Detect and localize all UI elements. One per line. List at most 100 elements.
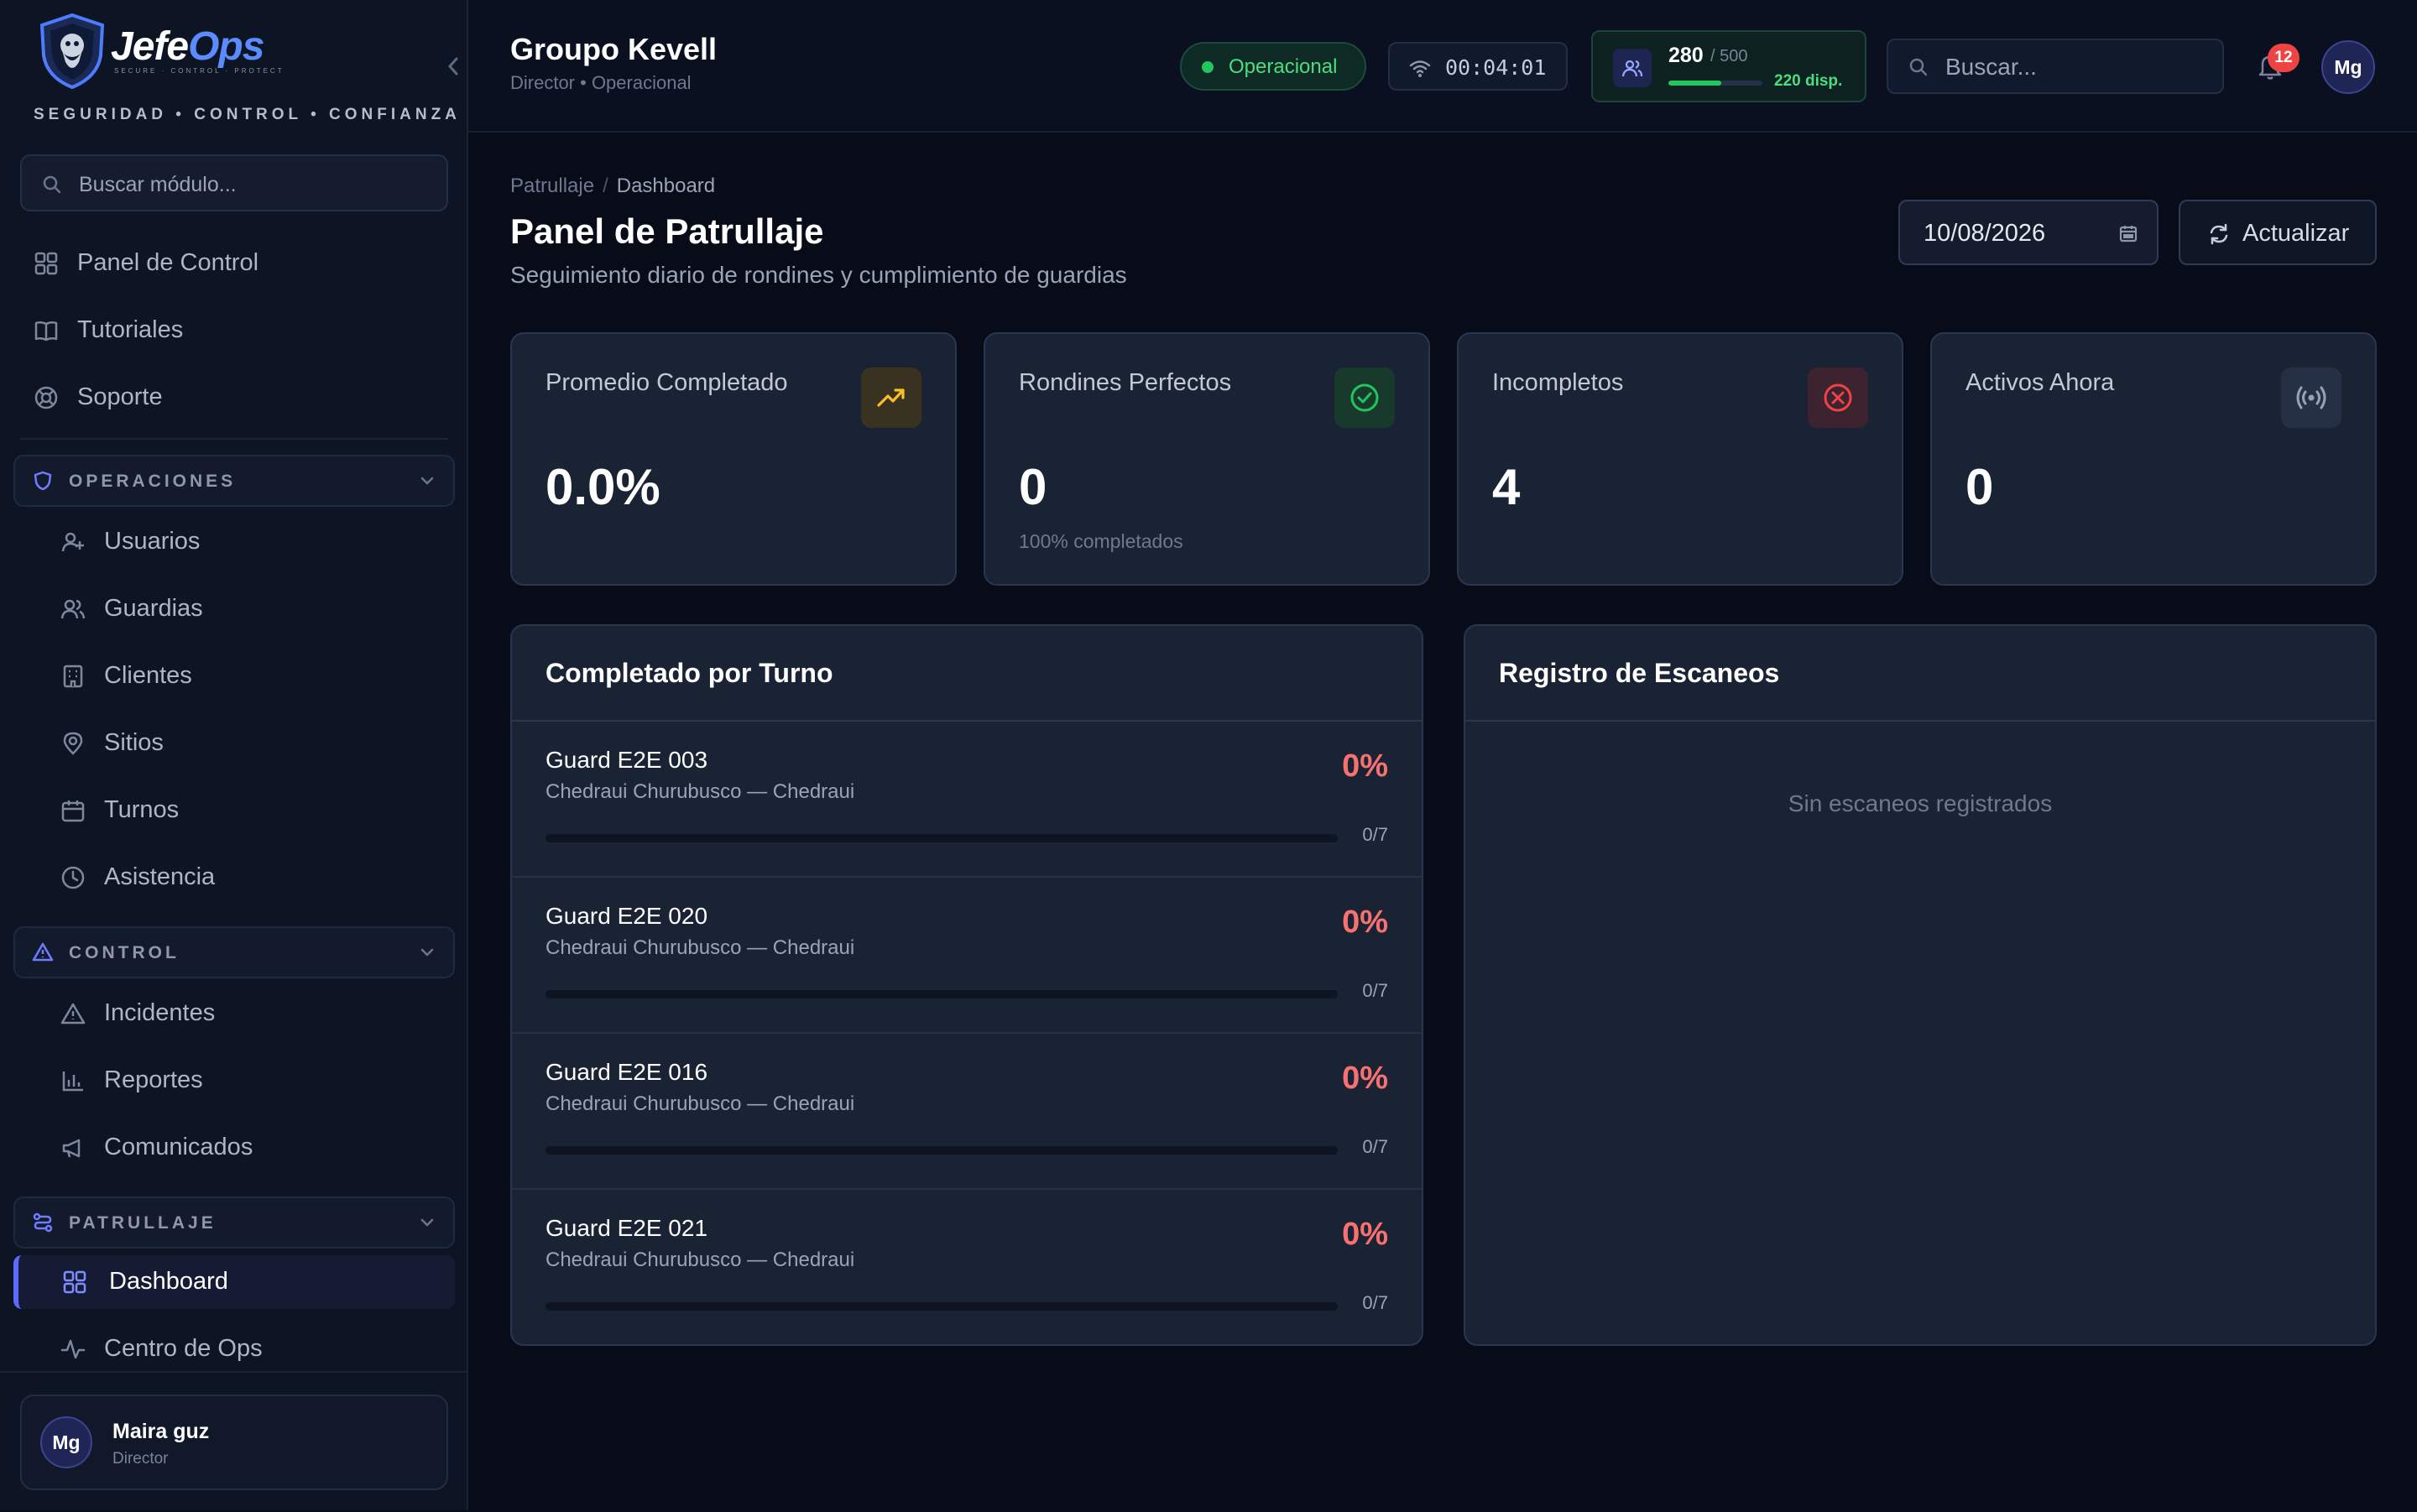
sidebar-item-tutoriales[interactable]: Tutoriales	[0, 304, 468, 357]
kpi-label: Rondines Perfectos	[1019, 369, 1232, 396]
map-pin-icon	[63, 732, 83, 755]
user-name: Maira guz	[112, 1420, 210, 1443]
guard-name: Guard E2E 021	[546, 1215, 708, 1241]
chevron-down-icon	[420, 1218, 434, 1227]
page-title: Panel de Patrullaje	[510, 211, 824, 251]
breadcrumb-item-patrullaje[interactable]: Patrullaje	[510, 175, 594, 197]
sidebar-item-asistencia[interactable]: Asistencia	[0, 851, 468, 905]
sidebar-item-clientes[interactable]: Clientes	[0, 649, 468, 703]
broadcast-icon	[2296, 386, 2326, 409]
kpi-label: Activos Ahora	[1965, 369, 2115, 396]
calendar-icon[interactable]	[2118, 223, 2138, 243]
guard-row[interactable]: Guard E2E 020 Chedraui Churubusco — Ched…	[512, 878, 1422, 1034]
guard-progress-bar	[546, 834, 1338, 842]
search-icon	[1909, 58, 1928, 76]
organization-name: Groupo Kevell	[510, 32, 718, 66]
avatar[interactable]: Mg	[2321, 40, 2375, 94]
guard-row[interactable]: Guard E2E 016 Chedraui Churubusco — Ched…	[512, 1034, 1422, 1190]
guard-rounds-count: 0/7	[1362, 980, 1388, 1001]
guard-percent: 0%	[1342, 905, 1388, 940]
sidebar-item-reportes[interactable]: Reportes	[0, 1054, 468, 1108]
date-value: 10/08/2026	[1924, 220, 2046, 247]
user-profile-card[interactable]: Mg Maira guz Director	[20, 1395, 448, 1490]
kpi-value: 0	[1019, 459, 1047, 515]
chevron-down-icon	[420, 948, 434, 957]
capacity-progress-fill	[1668, 81, 1721, 86]
date-picker-input[interactable]: 10/08/2026	[1898, 200, 2159, 265]
global-search-input[interactable]: Buscar...	[1887, 39, 2224, 94]
status-text: Operacional	[1229, 55, 1338, 78]
guard-progress-bar	[546, 1146, 1338, 1155]
activity-icon	[60, 1339, 86, 1359]
sidebar-item-panel-de-control[interactable]: Panel de Control	[0, 237, 468, 290]
check-circle-icon	[1350, 383, 1379, 412]
kpi-icon-box	[861, 368, 921, 428]
kpi-label: Incompletos	[1492, 369, 1624, 396]
clock-icon	[61, 866, 85, 889]
guard-rounds-count: 0/7	[1362, 1136, 1388, 1157]
route-icon	[33, 1212, 53, 1233]
brand-tagline: SEGURIDAD • CONTROL • CONFIANZA	[34, 106, 461, 123]
shield-icon	[34, 471, 52, 491]
guard-rounds-count: 0/7	[1362, 1292, 1388, 1313]
kpi-icon-box	[1808, 368, 1868, 428]
dashboard-icon	[34, 252, 58, 275]
sidebar-item-label: Panel de Control	[77, 249, 259, 276]
top-header: Groupo Kevell Director • Operacional Ope…	[468, 0, 2417, 133]
sidebar-item-label: Incidentes	[104, 999, 216, 1026]
kpi-icon-box	[1334, 368, 1395, 428]
section-control[interactable]: CONTROL	[13, 926, 455, 978]
guard-site: Chedraui Churubusco — Chedraui	[546, 1249, 855, 1271]
main-content: Patrullaje / Dashboard Panel de Patrullaje…	[468, 133, 2417, 1510]
refresh-label: Actualizar	[2242, 220, 2350, 247]
capacity-total: / 500	[1710, 47, 1748, 65]
sidebar-item-soporte[interactable]: Soporte	[0, 371, 468, 425]
sidebar-item-centro-de-ops[interactable]: Centro de Ops	[0, 1322, 468, 1376]
module-search-input[interactable]: Buscar módulo...	[20, 154, 448, 211]
kpi-card-incompletos: Incompletos 4	[1457, 332, 1903, 586]
kpi-note: 100% completados	[1019, 530, 1183, 552]
guard-percent: 0%	[1342, 1061, 1388, 1096]
kpi-card-promedio-completado: Promedio Completado 0.0%	[510, 332, 957, 586]
sidebar-item-turnos[interactable]: Turnos	[0, 784, 468, 837]
guard-percent: 0%	[1342, 1217, 1388, 1252]
guard-row[interactable]: Guard E2E 021 Chedraui Churubusco — Ched…	[512, 1190, 1422, 1344]
guard-site: Chedraui Churubusco — Chedraui	[546, 780, 855, 803]
refresh-button[interactable]: Actualizar	[2179, 200, 2377, 265]
sidebar-item-label: Tutoriales	[77, 316, 184, 343]
chevron-down-icon	[420, 477, 434, 485]
trending-up-icon	[877, 388, 905, 407]
megaphone-icon	[62, 1139, 81, 1158]
sidebar-divider	[20, 438, 448, 440]
kpi-value: 0	[1965, 459, 1994, 515]
shift-completion-panel: Completado por Turno Guard E2E 003 Chedr…	[510, 624, 1423, 1346]
section-patrullaje[interactable]: PATRULLAJE	[13, 1197, 455, 1249]
sidebar-item-usuarios[interactable]: Usuarios	[0, 515, 468, 569]
dashboard-icon	[63, 1270, 86, 1294]
sidebar-item-guardias[interactable]: Guardias	[0, 582, 468, 636]
section-operaciones[interactable]: OPERACIONES	[13, 455, 455, 507]
sidebar-item-label: Dashboard	[109, 1268, 228, 1295]
sidebar-item-dashboard[interactable]: Dashboard	[13, 1255, 455, 1309]
book-icon	[34, 321, 58, 342]
kpi-card-activos-ahora: Activos Ahora 0	[1930, 332, 2377, 586]
brand-logo[interactable]: JefeOps SECURE · CONTROL · PROTECT SEGUR…	[0, 0, 468, 134]
sidebar-item-label: Guardias	[104, 595, 203, 622]
capacity-count: 280	[1668, 44, 1704, 67]
sidebar-item-incidentes[interactable]: Incidentes	[0, 987, 468, 1040]
guard-name: Guard E2E 016	[546, 1059, 708, 1085]
status-dot	[1202, 61, 1214, 73]
sidebar-item-comunicados[interactable]: Comunicados	[0, 1121, 468, 1175]
sidebar-footer: Mg Maira guz Director	[0, 1371, 468, 1512]
collapse-sidebar-button[interactable]	[443, 54, 463, 79]
empty-state-text: Sin escaneos registrados	[1788, 790, 2053, 816]
guard-capacity-widget[interactable]: 280 / 500 220 disp.	[1591, 30, 1866, 102]
search-icon	[43, 175, 61, 194]
warning-icon	[60, 1003, 86, 1025]
sidebar-item-sitios[interactable]: Sitios	[0, 717, 468, 770]
capacity-progress-bar	[1668, 81, 1762, 86]
section-label: CONTROL	[69, 943, 180, 962]
sidebar: JefeOps SECURE · CONTROL · PROTECT SEGUR…	[0, 0, 468, 1510]
guard-row[interactable]: Guard E2E 003 Chedraui Churubusco — Ched…	[512, 722, 1422, 878]
guard-name: Guard E2E 003	[546, 747, 708, 773]
